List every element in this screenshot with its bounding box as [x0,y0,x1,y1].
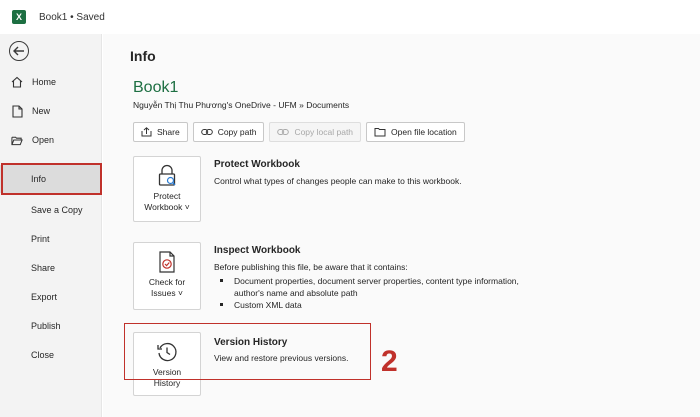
lock-icon [158,164,176,186]
check-for-issues-button-label: Check for Issues ˅ [148,277,186,298]
window-title: Book1 • Saved [39,11,105,23]
sidebar-item-open[interactable]: Open [0,126,102,154]
page-title: Info [130,48,156,64]
sidebar-item-print[interactable]: Print [0,225,102,253]
sidebar-item-label: Share [31,263,56,273]
sidebar-item-label: New [32,106,51,116]
protect-workbook-title: Protect Workbook [214,159,300,170]
link-icon [277,129,290,135]
title-bar: X Book1 • Saved [0,0,700,34]
info-highlight-box [1,163,102,195]
workbook-path: Nguyễn Thị Thu Phương's OneDrive - UFM »… [133,100,350,110]
sidebar-item-label: Save a Copy [31,205,83,215]
copy-local-path-label: Copy local path [294,127,354,137]
sidebar-item-label: Print [31,234,50,244]
sidebar-item-home[interactable]: Home [0,68,102,96]
sidebar-item-label: Open [32,135,55,145]
sidebar-item-export[interactable]: Export [0,283,102,311]
workbook-name: Book1 [133,79,179,96]
share-label: Share [157,127,180,137]
info-panel: Info Book1 Nguyễn Thị Thu Phương's OneDr… [103,34,700,417]
step-marker-2: 2 [381,345,398,378]
inspect-document-icon [159,251,175,273]
back-arrow-icon[interactable] [9,41,29,61]
list-item: Document properties, document server pro… [218,275,519,299]
inspect-workbook-title: Inspect Workbook [214,245,301,256]
sidebar-item-close[interactable]: Close [0,341,102,369]
protect-workbook-button[interactable]: Protect Workbook ˅ [133,156,201,222]
excel-app-icon: X [12,10,26,24]
protect-workbook-description: Control what types of changes people can… [214,176,462,186]
list-item: Custom XML data [218,299,519,311]
sidebar-item-label: Export [31,292,58,302]
protect-workbook-button-label: Protect Workbook ˅ [144,191,190,212]
inspect-workbook-bullets: Document properties, document server pro… [218,275,519,311]
copy-local-path-button[interactable]: Copy local path [269,122,362,142]
home-icon [11,76,23,89]
sidebar-item-new[interactable]: New [0,97,102,125]
inspect-workbook-description: Before publishing this file, be aware th… [214,262,408,272]
file-actions-bar: Share Copy path Copy local path Open fil… [133,122,465,142]
backstage-sidebar: Home New Open Info Save a Copy Print Sha… [0,34,102,417]
link-icon [200,129,213,135]
share-button[interactable]: Share [133,122,188,142]
version-history-highlight-box [124,323,371,380]
copy-path-button[interactable]: Copy path [192,122,265,142]
folder-icon [374,128,386,137]
open-file-location-label: Open file location [391,127,457,137]
check-for-issues-button[interactable]: Check for Issues ˅ [133,242,201,310]
copy-path-label: Copy path [217,127,257,137]
sidebar-item-label: Publish [31,321,61,331]
sidebar-item-save-a-copy[interactable]: Save a Copy [0,196,102,224]
folder-open-icon [11,134,23,147]
sidebar-item-label: Close [31,350,55,360]
sidebar-item-share[interactable]: Share [0,254,102,282]
open-file-location-button[interactable]: Open file location [366,122,465,142]
sidebar-item-label: Home [32,77,57,87]
share-icon [141,127,152,137]
sidebar-item-publish[interactable]: Publish [0,312,102,340]
new-file-icon [11,104,23,118]
